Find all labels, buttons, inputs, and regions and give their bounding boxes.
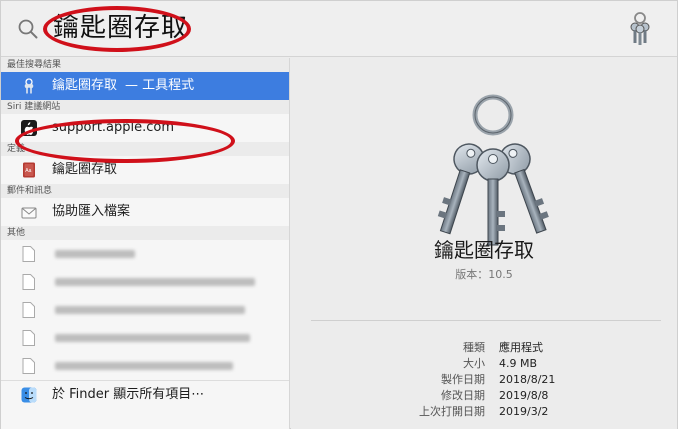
metadata-key: 上次打開日期 — [419, 405, 485, 418]
list-item[interactable] — [1, 268, 289, 296]
metadata-value: 2019/3/2 — [499, 405, 549, 418]
annotation-circle-top-hit — [15, 119, 235, 163]
document-icon — [22, 358, 35, 374]
redacted-text — [55, 362, 233, 370]
document-icon — [22, 302, 35, 318]
result-label: 協助匯入檔案 — [52, 204, 131, 219]
spotlight-window: 鑰匙圈存取 最佳搜尋結果 鑰匙圈存取 — 工具程式 Siri 建議網站 supp… — [0, 0, 678, 429]
metadata-row-created: 製作日期 2018/8/21 — [291, 372, 677, 388]
redacted-text — [55, 250, 135, 258]
result-label: 於 Finder 顯示所有項目⋯ — [52, 387, 205, 402]
metadata-row-last-opened: 上次打開日期 2019/3/2 — [291, 404, 677, 420]
svg-text:Aa: Aa — [25, 168, 31, 174]
preview-version: 版本：10.5 — [455, 268, 513, 281]
metadata-list: 種類 應用程式 大小 4.9 MB 製作日期 2018/8/21 修改日期 20… — [291, 340, 677, 420]
annotation-circle-query — [43, 6, 191, 52]
result-keychain-access-app[interactable]: 鑰匙圈存取 — 工具程式 — [1, 72, 289, 100]
document-icon — [22, 274, 35, 290]
metadata-key: 大小 — [463, 357, 485, 370]
metadata-key: 種類 — [463, 341, 485, 354]
metadata-row-kind: 種類 應用程式 — [291, 340, 677, 356]
list-item[interactable] — [1, 352, 289, 380]
metadata-value: 應用程式 — [499, 341, 543, 354]
section-header-siri: Siri 建議網站 — [1, 100, 289, 114]
result-label: 鑰匙圈存取 — [52, 162, 118, 177]
result-label: 鑰匙圈存取 — [52, 78, 118, 93]
dictionary-icon: Aa — [23, 162, 35, 178]
redacted-text — [55, 306, 245, 314]
result-sublabel: — 工具程式 — [125, 78, 195, 93]
metadata-key: 製作日期 — [441, 373, 485, 386]
preview-panel: 鑰匙圈存取 版本：10.5 種類 應用程式 大小 4.9 MB 製作日期 201… — [291, 58, 677, 429]
section-header-other: 其他 — [1, 226, 289, 240]
section-header-mail: 郵件和訊息 — [1, 184, 289, 198]
document-icon — [22, 246, 35, 262]
metadata-row-size: 大小 4.9 MB — [291, 356, 677, 372]
metadata-value: 2019/8/8 — [499, 389, 549, 402]
search-icon — [18, 19, 38, 39]
preview-title: 鑰匙圈存取 — [434, 238, 534, 262]
section-header-top-hit: 最佳搜尋結果 — [1, 58, 289, 72]
redacted-text — [55, 334, 250, 342]
metadata-value: 4.9 MB — [499, 357, 538, 370]
document-icon — [22, 330, 35, 346]
metadata-row-modified: 修改日期 2019/8/8 — [291, 388, 677, 404]
redacted-text — [55, 278, 255, 286]
keychain-icon — [630, 12, 650, 45]
search-bar: 鑰匙圈存取 — [1, 1, 677, 57]
divider — [311, 320, 661, 321]
results-list: 最佳搜尋結果 鑰匙圈存取 — 工具程式 Siri 建議網站 support.app… — [1, 58, 290, 429]
finder-icon — [21, 387, 37, 403]
list-item[interactable] — [1, 240, 289, 268]
result-mail-message[interactable]: 協助匯入檔案 — [1, 198, 289, 226]
list-item[interactable] — [1, 324, 289, 352]
mail-icon — [21, 207, 37, 219]
metadata-key: 修改日期 — [441, 389, 485, 402]
metadata-value: 2018/8/21 — [499, 373, 556, 386]
list-item[interactable] — [1, 296, 289, 324]
show-all-in-finder[interactable]: 於 Finder 顯示所有項目⋯ — [1, 380, 289, 408]
keychain-icon — [24, 78, 34, 94]
